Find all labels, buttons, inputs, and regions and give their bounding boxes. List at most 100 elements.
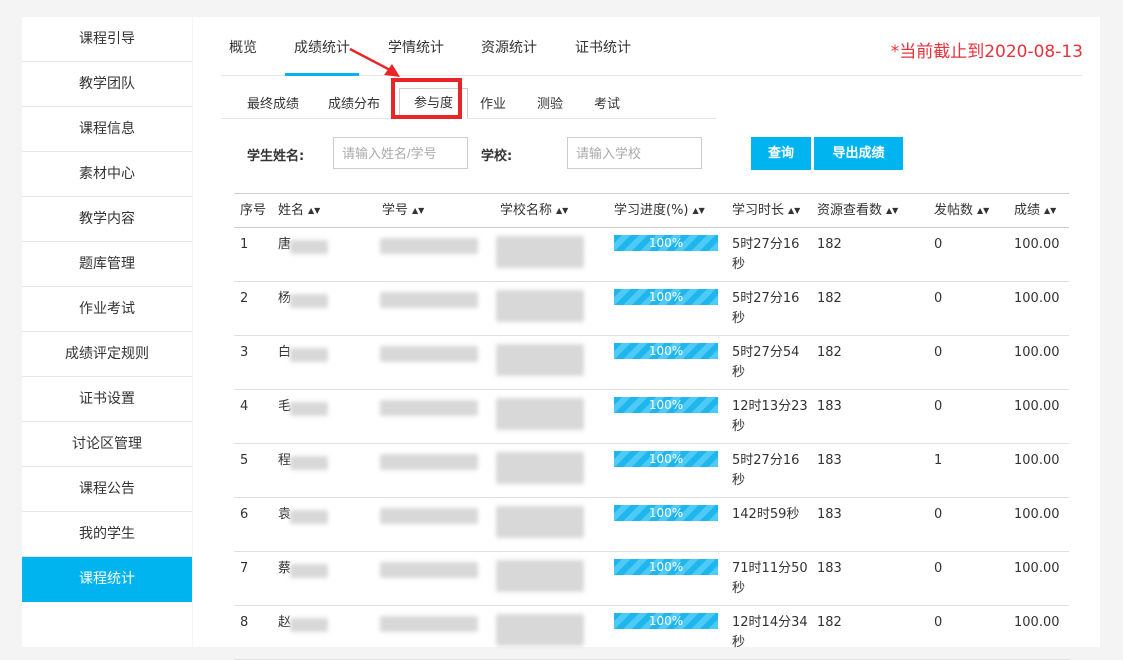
cell-index: 6: [240, 507, 249, 522]
header-score[interactable]: 成绩 ▲▼: [1014, 194, 1056, 227]
progress-bar: 100%: [614, 235, 718, 251]
sort-icon: ▲▼: [886, 206, 899, 215]
sub-tab-bar: 最终成绩 成绩分布 参与度 作业 测验 考试: [221, 88, 716, 119]
redacted-name: [290, 240, 328, 254]
sidebar: 课程引导 教学团队 课程信息 素材中心 教学内容 题库管理 作业考试 成绩评定规…: [22, 17, 192, 647]
redacted-school: [496, 398, 584, 430]
redacted-student-id: [380, 454, 478, 470]
header-student-id[interactable]: 学号 ▲▼: [382, 194, 424, 227]
table-row: 3 白 100% 5时27分54秒 182 0 100.00: [234, 336, 1069, 390]
redacted-school: [496, 506, 584, 538]
sort-icon: ▲▼: [556, 206, 569, 215]
cell-resources: 182: [817, 345, 842, 360]
cell-posts: 0: [934, 345, 943, 360]
sidebar-item-teaching-team[interactable]: 教学团队: [22, 62, 192, 107]
cell-duration: 142时59秒: [732, 507, 800, 522]
redacted-student-id: [380, 292, 478, 308]
cell-score: 100.00: [1014, 399, 1060, 414]
redacted-name: [290, 510, 328, 524]
sort-icon: ▲▼: [692, 206, 705, 215]
header-posts[interactable]: 发帖数 ▲▼: [934, 194, 989, 227]
progress-bar: 100%: [614, 559, 718, 575]
sidebar-item-course-guide[interactable]: 课程引导: [22, 17, 192, 62]
cell-score: 100.00: [1014, 291, 1060, 306]
table-row: 1 唐 100% 5时27分16秒 182 0 100.00: [234, 228, 1069, 282]
cell-resources: 183: [817, 561, 842, 576]
progress-bar: 100%: [614, 451, 718, 467]
cell-duration: 5时27分16秒: [732, 237, 800, 272]
export-grades-button[interactable]: 导出成绩: [814, 137, 903, 170]
redacted-name: [290, 348, 328, 362]
redacted-school: [496, 452, 584, 484]
sidebar-item-grading-rules[interactable]: 成绩评定规则: [22, 332, 192, 377]
cell-posts: 0: [934, 237, 943, 252]
header-school[interactable]: 学校名称 ▲▼: [500, 194, 568, 227]
redacted-student-id: [380, 508, 478, 524]
cell-index: 3: [240, 345, 249, 360]
progress-bar: 100%: [614, 397, 718, 413]
tab-overview[interactable]: 概览: [229, 17, 257, 73]
header-index: 序号: [240, 203, 267, 218]
sidebar-item-course-info[interactable]: 课程信息: [22, 107, 192, 152]
sort-icon: ▲▼: [977, 206, 990, 215]
redacted-student-id: [380, 562, 478, 578]
cell-duration: 71时11分50秒: [732, 561, 808, 596]
subtab-final-grade[interactable]: 最终成绩: [247, 90, 299, 118]
subtab-homework[interactable]: 作业: [480, 90, 506, 118]
subtab-exam[interactable]: 考试: [594, 90, 620, 118]
cell-score: 100.00: [1014, 453, 1060, 468]
progress-bar: 100%: [614, 505, 718, 521]
sidebar-item-homework-exam[interactable]: 作业考试: [22, 287, 192, 332]
cell-index: 4: [240, 399, 249, 414]
redacted-name: [290, 402, 328, 416]
tab-certificate-statistics[interactable]: 证书统计: [575, 17, 631, 73]
progress-bar: 100%: [614, 613, 718, 629]
progress-bar: 100%: [614, 343, 718, 359]
student-name-input[interactable]: [333, 137, 468, 169]
date-note: *当前截止到2020-08-13: [890, 42, 1083, 62]
student-name-label: 学生姓名:: [247, 149, 305, 164]
sidebar-item-course-announcement[interactable]: 课程公告: [22, 467, 192, 512]
cell-score: 100.00: [1014, 507, 1060, 522]
cell-score: 100.00: [1014, 615, 1060, 630]
redacted-name: [290, 564, 328, 578]
redacted-school: [496, 560, 584, 592]
highlight-box: [391, 78, 462, 119]
sidebar-item-question-bank[interactable]: 题库管理: [22, 242, 192, 287]
tab-resource-statistics[interactable]: 资源统计: [481, 17, 537, 73]
header-name[interactable]: 姓名 ▲▼: [278, 194, 320, 227]
sidebar-item-material-center[interactable]: 素材中心: [22, 152, 192, 197]
header-resources[interactable]: 资源查看数 ▲▼: [817, 194, 898, 227]
cell-posts: 0: [934, 291, 943, 306]
sidebar-item-my-students[interactable]: 我的学生: [22, 512, 192, 557]
cell-posts: 0: [934, 399, 943, 414]
sort-icon: ▲▼: [308, 206, 321, 215]
school-input[interactable]: [567, 137, 702, 169]
cell-resources: 182: [817, 237, 842, 252]
grade-table: 序号 姓名 ▲▼ 学号 ▲▼ 学校名称 ▲▼ 学习进度(%) ▲▼ 学习时长 ▲▼ 资源查…: [234, 193, 1069, 660]
cell-index: 8: [240, 615, 249, 630]
cell-score: 100.00: [1014, 237, 1060, 252]
sidebar-item-forum-management[interactable]: 讨论区管理: [22, 422, 192, 467]
table-row: 8 赵 100% 12时14分34秒 182 0 100.00: [234, 606, 1069, 660]
sidebar-item-certificate-settings[interactable]: 证书设置: [22, 377, 192, 422]
school-label: 学校:: [481, 149, 513, 164]
redacted-name: [290, 294, 328, 308]
subtab-grade-distribution[interactable]: 成绩分布: [328, 90, 380, 118]
table-row: 7 蔡 100% 71时11分50秒 183 0 100.00: [234, 552, 1069, 606]
sidebar-item-course-statistics[interactable]: 课程统计: [22, 557, 192, 602]
cell-duration: 12时14分34秒: [732, 615, 808, 650]
cell-index: 1: [240, 237, 249, 252]
sort-icon: ▲▼: [412, 206, 425, 215]
header-progress[interactable]: 学习进度(%) ▲▼: [614, 194, 705, 227]
cell-posts: 0: [934, 615, 943, 630]
redacted-school: [496, 344, 584, 376]
sidebar-item-teaching-content[interactable]: 教学内容: [22, 197, 192, 242]
subtab-quiz[interactable]: 测验: [537, 90, 563, 118]
query-button[interactable]: 查询: [751, 137, 811, 170]
header-duration[interactable]: 学习时长 ▲▼: [732, 194, 800, 227]
sort-icon: ▲▼: [1044, 206, 1057, 215]
table-row: 4 毛 100% 12时13分23秒 183 0 100.00: [234, 390, 1069, 444]
redacted-student-id: [380, 616, 478, 632]
redacted-student-id: [380, 400, 478, 416]
